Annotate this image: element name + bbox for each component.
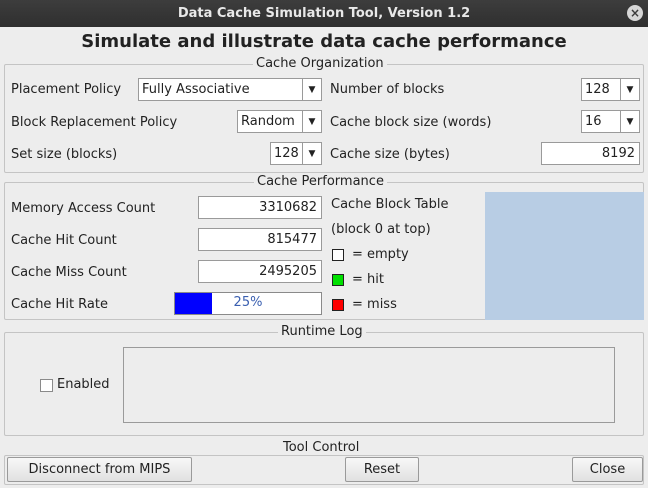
runtime-log-title: Runtime Log	[278, 324, 366, 339]
block-table-title: Cache Block Table	[331, 197, 449, 212]
set-size-label: Set size (blocks)	[11, 147, 118, 162]
hit-rate-progress-bar: 25%	[174, 292, 322, 315]
num-blocks-select[interactable]: 128 ▼	[581, 78, 640, 101]
placement-policy-label: Placement Policy	[11, 82, 122, 97]
enabled-label[interactable]: Enabled	[57, 377, 110, 392]
runtime-log-textarea[interactable]	[123, 347, 615, 423]
block-replacement-value: Random	[241, 114, 295, 129]
block-size-select[interactable]: 16 ▼	[581, 110, 640, 133]
window-title: Data Cache Simulation Tool, Version 1.2	[177, 6, 471, 21]
page-title: Simulate and illustrate data cache perfo…	[81, 31, 567, 52]
enabled-checkbox[interactable]	[40, 379, 53, 392]
block-size-label: Cache block size (words)	[330, 115, 492, 130]
set-size-value: 128	[274, 146, 299, 161]
miss-count-label: Cache Miss Count	[11, 265, 127, 280]
chevron-down-icon[interactable]: ▼	[302, 143, 321, 164]
cache-size-field: 8192	[541, 142, 640, 165]
chevron-down-icon[interactable]: ▼	[302, 111, 321, 132]
placement-policy-value: Fully Associative	[142, 82, 250, 97]
close-button[interactable]: Close	[572, 457, 643, 482]
close-icon[interactable]: ×	[627, 5, 643, 21]
block-replacement-select[interactable]: Random ▼	[237, 110, 322, 133]
set-size-select[interactable]: 128 ▼	[270, 142, 322, 165]
hit-rate-label: Cache Hit Rate	[11, 297, 108, 312]
empty-swatch	[332, 249, 344, 261]
legend-empty-label: = empty	[352, 247, 409, 262]
hit-swatch	[332, 274, 344, 286]
num-blocks-value: 128	[585, 82, 610, 97]
block-size-value: 16	[585, 114, 602, 129]
miss-count-field: 2495205	[198, 260, 322, 283]
legend-hit-label: = hit	[352, 272, 384, 287]
miss-swatch	[332, 299, 344, 311]
hit-count-field: 815477	[198, 228, 322, 251]
block-table-subtitle: (block 0 at top)	[331, 222, 431, 237]
block-replacement-label: Block Replacement Policy	[11, 115, 178, 130]
hit-rate-text: 25%	[233, 295, 263, 310]
cache-block-table	[485, 192, 644, 320]
chevron-down-icon[interactable]: ▼	[302, 79, 321, 100]
window-titlebar: Data Cache Simulation Tool, Version 1.2 …	[0, 0, 648, 27]
disconnect-button[interactable]: Disconnect from MIPS	[7, 457, 192, 482]
cache-organization-title: Cache Organization	[253, 56, 387, 71]
chevron-down-icon[interactable]: ▼	[620, 79, 639, 100]
legend-miss-label: = miss	[352, 297, 397, 312]
reset-button[interactable]: Reset	[345, 457, 419, 482]
cache-performance-title: Cache Performance	[254, 174, 387, 189]
access-count-label: Memory Access Count	[11, 201, 156, 216]
hit-count-label: Cache Hit Count	[11, 233, 117, 248]
access-count-field: 3310682	[198, 196, 322, 219]
num-blocks-label: Number of blocks	[330, 82, 445, 97]
placement-policy-select[interactable]: Fully Associative ▼	[138, 78, 322, 101]
chevron-down-icon[interactable]: ▼	[620, 111, 639, 132]
tool-control-title: Tool Control	[280, 440, 363, 455]
cache-size-label: Cache size (bytes)	[330, 147, 450, 162]
